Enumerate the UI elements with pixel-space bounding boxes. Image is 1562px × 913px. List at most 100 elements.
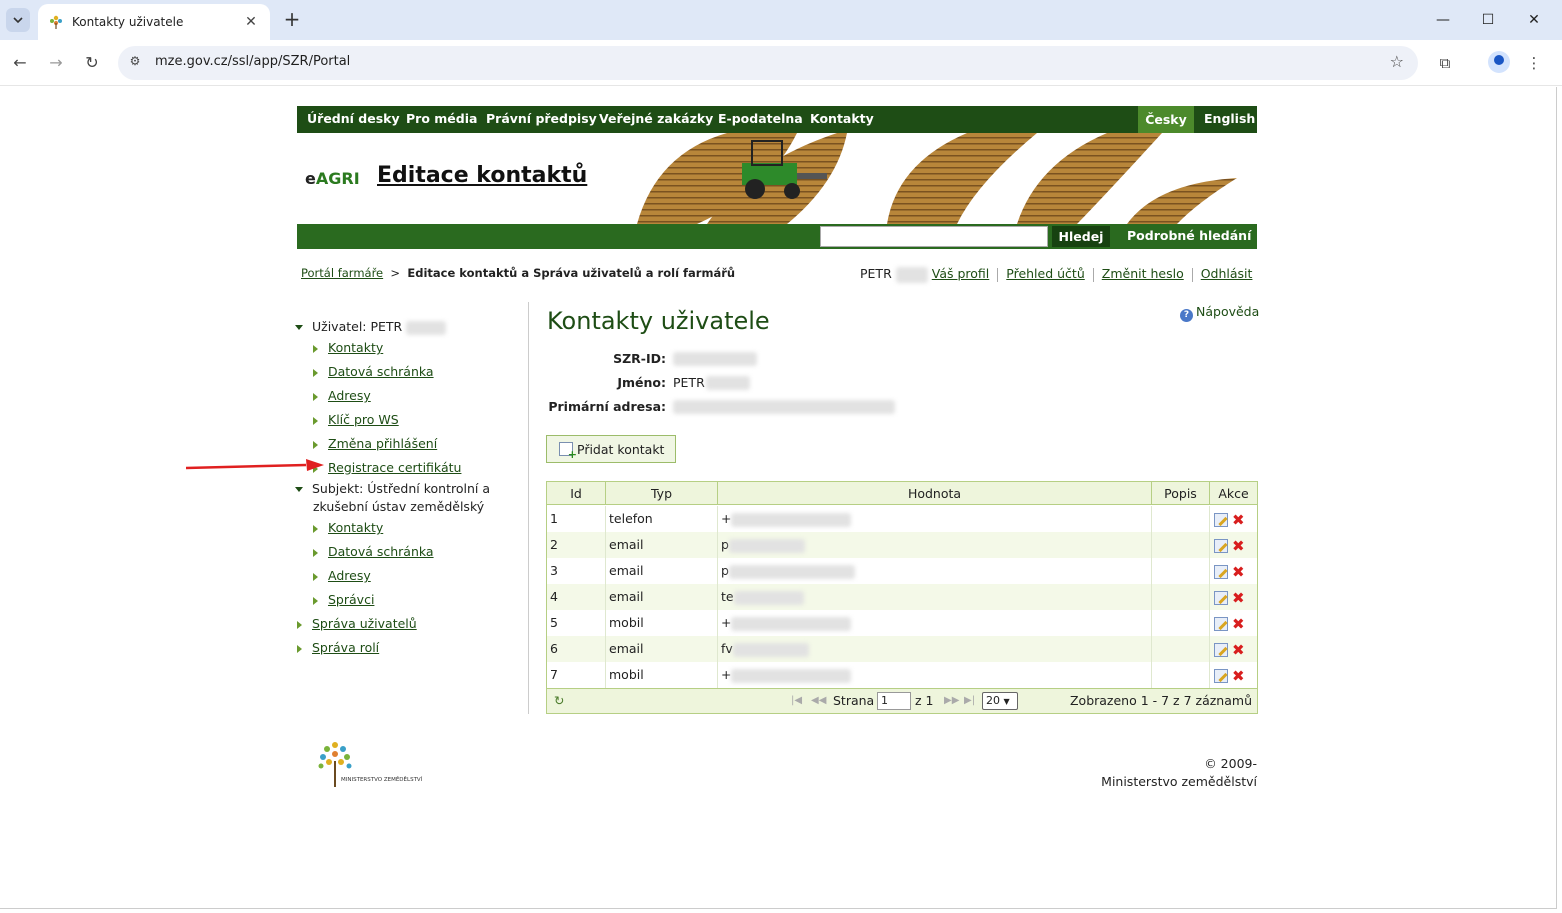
breadcrumb-home[interactable]: Portál farmáře (301, 266, 383, 280)
sidebar-link[interactable]: Správa rolí (312, 640, 379, 655)
edit-icon[interactable] (1214, 642, 1228, 657)
sidebar-item-datova-schranka[interactable]: Datová schránka (313, 364, 434, 379)
table-row[interactable]: 3 email p ✖ (547, 558, 1257, 584)
column-header-id[interactable]: Id (547, 482, 606, 505)
maximize-button[interactable]: ☐ (1473, 8, 1503, 32)
logout-link[interactable]: Odhlásit (1201, 266, 1253, 281)
close-window-button[interactable]: ✕ (1519, 8, 1549, 32)
nav-pro-media[interactable]: Pro média (406, 111, 477, 126)
nav-pravni-predpisy[interactable]: Právní předpisy (486, 111, 597, 126)
profile-avatar[interactable] (1488, 51, 1510, 73)
menu-dots-icon[interactable]: ⋮ (1522, 51, 1546, 75)
column-header-popis[interactable]: Popis (1152, 482, 1210, 505)
edit-icon[interactable] (1214, 564, 1228, 579)
table-row[interactable]: 4 email te ✖ (547, 584, 1257, 610)
delete-icon[interactable]: ✖ (1232, 559, 1245, 585)
cell-type: email (606, 558, 718, 584)
edit-icon[interactable] (1214, 538, 1228, 553)
help-link[interactable]: ? Nápověda (1180, 304, 1259, 322)
extensions-icon[interactable]: ⧉ (1433, 51, 1457, 75)
sidebar-link[interactable]: Adresy (328, 568, 371, 583)
minimize-button[interactable]: — (1428, 8, 1458, 32)
nav-e-podatelna[interactable]: E-podatelna (718, 111, 803, 126)
sidebar-item-subject-kontakty[interactable]: Kontakty (313, 520, 383, 535)
new-tab-button[interactable]: + (280, 8, 304, 32)
nav-verejne-zakazky[interactable]: Veřejné zakázky (599, 111, 713, 126)
edit-icon[interactable] (1214, 616, 1228, 631)
nav-kontakty[interactable]: Kontakty (810, 111, 874, 126)
sidebar-link[interactable]: Adresy (328, 388, 371, 403)
sidebar-link[interactable]: Změna přihlášení (328, 436, 437, 451)
table-row[interactable]: 1 telefon + ✖ (547, 506, 1257, 532)
tab-list-button[interactable] (6, 8, 30, 32)
sidebar-item-adresy[interactable]: Adresy (313, 388, 371, 403)
column-header-typ[interactable]: Typ (606, 482, 718, 505)
next-page-icon[interactable]: ▶▶ (944, 695, 959, 706)
prev-page-icon[interactable]: ◀◀ (811, 695, 826, 706)
sidebar-link[interactable]: Kontakty (328, 340, 383, 355)
first-page-icon[interactable]: |◀ (791, 695, 802, 706)
table-row[interactable]: 5 mobil + ✖ (547, 610, 1257, 636)
top-navigation: Úřední desky Pro média Právní předpisy V… (297, 106, 1257, 133)
delete-icon[interactable]: ✖ (1232, 611, 1245, 637)
site-info-icon[interactable]: ⚙ (126, 54, 144, 72)
advanced-search-link[interactable]: Podrobné hledání ▶ (1127, 228, 1257, 258)
delete-icon[interactable]: ✖ (1232, 663, 1245, 689)
cell-id: 6 (547, 636, 606, 662)
ministry-logo[interactable]: MINISTERSTVO ZEMĚDĚLSTVÍ (313, 739, 438, 789)
sidebar-subject-label: Subjekt: Ústřední kontrolní a (312, 481, 490, 496)
delete-icon[interactable]: ✖ (1232, 637, 1245, 663)
sidebar-item-subject-datova-schranka[interactable]: Datová schránka (313, 544, 434, 559)
column-header-hodnota[interactable]: Hodnota (718, 482, 1152, 505)
sidebar-item-spravci[interactable]: Správci (313, 592, 374, 607)
sidebar-link[interactable]: Datová schránka (328, 544, 434, 559)
sidebar-item-klic-pro-ws[interactable]: Klíč pro WS (313, 412, 399, 427)
close-icon[interactable]: ✕ (242, 14, 260, 30)
search-input[interactable] (820, 226, 1048, 247)
sidebar-link[interactable]: Správci (328, 592, 374, 607)
lang-czech[interactable]: Česky (1138, 106, 1194, 133)
delete-icon[interactable]: ✖ (1232, 585, 1245, 611)
bookmark-star-icon[interactable]: ☆ (1390, 52, 1404, 71)
last-page-icon[interactable]: ▶| (964, 695, 975, 706)
table-row[interactable]: 6 email fv ✖ (547, 636, 1257, 662)
sidebar-link[interactable]: Kontakty (328, 520, 383, 535)
sidebar-item-registrace-certifikatu[interactable]: Registrace certifikátu (313, 460, 461, 475)
forward-button[interactable]: → (44, 51, 68, 75)
edit-icon[interactable] (1214, 668, 1228, 683)
sidebar-link[interactable]: Správa uživatelů (312, 616, 417, 631)
sidebar-item-sprava-uzivatelu[interactable]: Správa uživatelů (297, 616, 417, 631)
sidebar-item-zmena-prihlaseni[interactable]: Změna přihlášení (313, 436, 437, 451)
sidebar-link[interactable]: Registrace certifikátu (328, 460, 461, 475)
page-number-input[interactable]: 1 (877, 692, 911, 710)
delete-icon[interactable]: ✖ (1232, 507, 1245, 533)
profile-link[interactable]: Váš profil (932, 266, 990, 281)
browser-tab[interactable]: Kontakty uživatele ✕ (38, 4, 270, 40)
reload-button[interactable]: ↻ (80, 51, 104, 75)
change-password-link[interactable]: Změnit heslo (1102, 266, 1184, 281)
app-title[interactable]: Editace kontaktů (377, 163, 587, 188)
page-size-select[interactable]: 20 ▼ (982, 692, 1018, 710)
sidebar-user-header[interactable]: Uživatel: PETR (295, 319, 447, 335)
sidebar-link[interactable]: Datová schránka (328, 364, 434, 379)
table-row[interactable]: 2 email p ✖ (547, 532, 1257, 558)
eagri-logo[interactable]: eAGRI (305, 169, 360, 188)
search-button[interactable]: Hledej (1052, 226, 1110, 247)
cell-type: email (606, 532, 718, 558)
table-row[interactable]: 7 mobil + ✖ (547, 662, 1257, 688)
lang-english[interactable]: English (1204, 111, 1255, 126)
address-bar[interactable]: ⚙ mze.gov.cz/ssl/app/SZR/Portal ☆ (118, 46, 1418, 80)
sidebar-link[interactable]: Klíč pro WS (328, 412, 399, 427)
sidebar-item-kontakty[interactable]: Kontakty (313, 340, 383, 355)
delete-icon[interactable]: ✖ (1232, 533, 1245, 559)
sidebar-item-subject-adresy[interactable]: Adresy (313, 568, 371, 583)
refresh-icon[interactable]: ↻ (554, 693, 564, 708)
nav-uredni-desky[interactable]: Úřední desky (307, 111, 400, 126)
edit-icon[interactable] (1214, 590, 1228, 605)
accounts-link[interactable]: Přehled účtů (1006, 266, 1085, 281)
sidebar-subject-header[interactable]: Subjekt: Ústřední kontrolní a (295, 481, 490, 496)
back-button[interactable]: ← (8, 51, 32, 75)
edit-icon[interactable] (1214, 512, 1228, 527)
add-contact-button[interactable]: Přidat kontakt (546, 435, 676, 463)
sidebar-item-sprava-roli[interactable]: Správa rolí (297, 640, 379, 655)
